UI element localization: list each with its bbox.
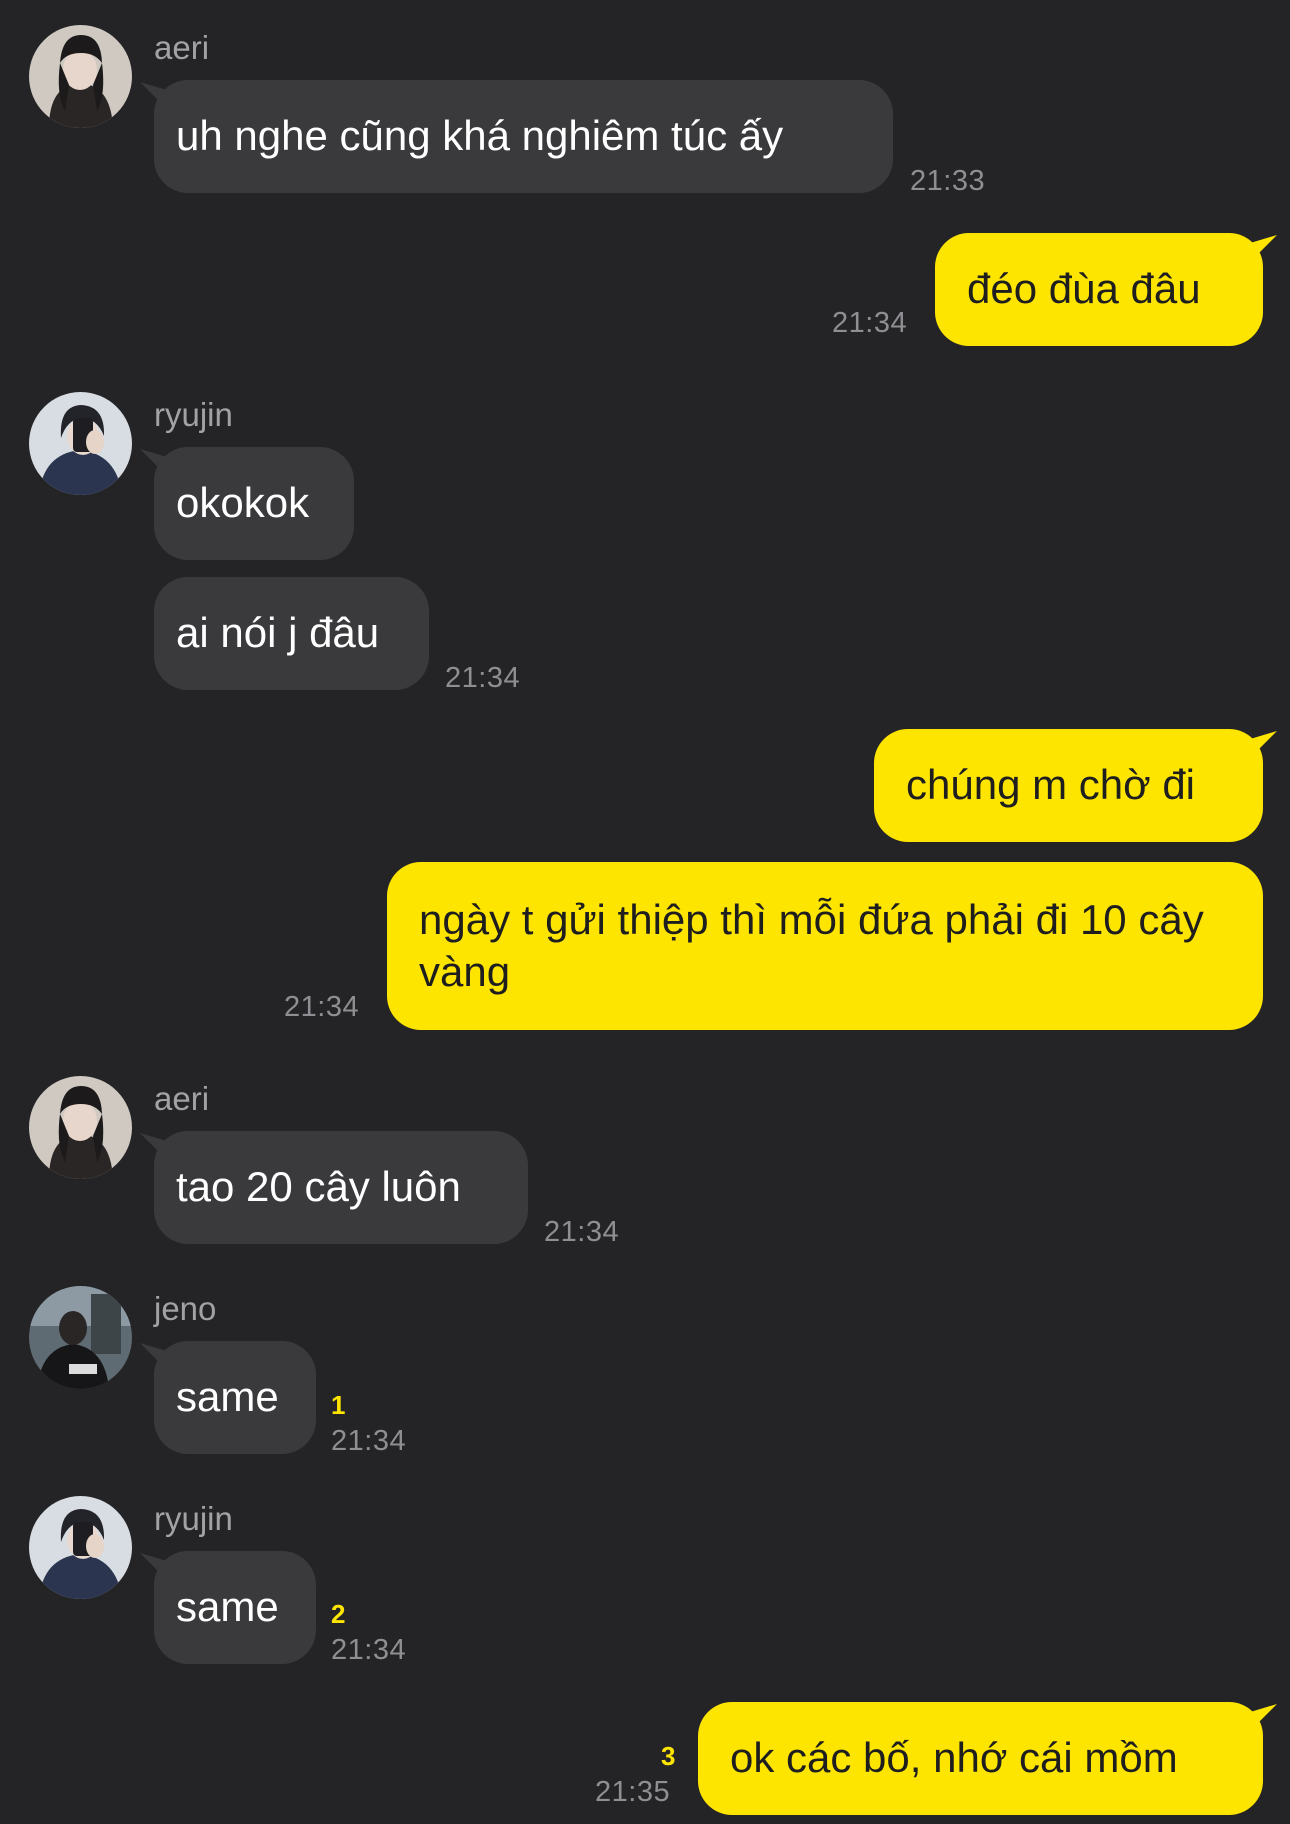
message-timestamp: 21:35 bbox=[595, 1776, 671, 1808]
message-bubble-incoming[interactable]: ai nói j đâu bbox=[154, 577, 429, 690]
message-bubble-outgoing[interactable]: ok các bố, nhớ cái mồm bbox=[698, 1702, 1263, 1815]
message-bubble-incoming[interactable]: same bbox=[154, 1551, 316, 1664]
message-bubble-incoming[interactable]: uh nghe cũng khá nghiêm túc ấy bbox=[154, 80, 893, 193]
sender-name-aeri: aeri bbox=[154, 29, 210, 66]
sender-name-ryujin: ryujin bbox=[154, 396, 233, 433]
message-bubble-outgoing[interactable]: đéo đùa đâu bbox=[935, 233, 1263, 346]
bubble-tail bbox=[1251, 731, 1277, 757]
sender-name-aeri: aeri bbox=[154, 1080, 210, 1117]
message-timestamp: 21:34 bbox=[284, 991, 360, 1023]
message-bubble-outgoing[interactable]: chúng m chờ đi bbox=[874, 729, 1263, 842]
avatar-ryujin[interactable] bbox=[29, 392, 132, 495]
bubble-tail bbox=[1251, 1704, 1277, 1730]
message-timestamp: 21:34 bbox=[544, 1216, 620, 1248]
message-bubble-incoming[interactable]: tao 20 cây luôn bbox=[154, 1131, 528, 1244]
message-timestamp: 21:34 bbox=[331, 1425, 407, 1457]
sender-name-jeno: jeno bbox=[154, 1290, 217, 1327]
message-timestamp: 21:34 bbox=[331, 1634, 407, 1666]
unread-count: 1 bbox=[331, 1390, 346, 1420]
message-timestamp: 21:33 bbox=[910, 165, 986, 197]
avatar-aeri[interactable] bbox=[29, 1076, 132, 1179]
unread-count: 2 bbox=[331, 1599, 346, 1629]
message-bubble-outgoing[interactable]: ngày t gửi thiệp thì mỗi đứa phải đi 10 … bbox=[387, 862, 1263, 1030]
message-timestamp: 21:34 bbox=[445, 662, 521, 694]
unread-count: 3 bbox=[661, 1741, 676, 1771]
avatar-aeri[interactable] bbox=[29, 25, 132, 128]
avatar-jeno[interactable] bbox=[29, 1286, 132, 1389]
message-bubble-incoming[interactable]: same bbox=[154, 1341, 316, 1454]
message-bubble-incoming[interactable]: okokok bbox=[154, 447, 354, 560]
message-timestamp: 21:34 bbox=[832, 307, 908, 339]
avatar-ryujin[interactable] bbox=[29, 1496, 132, 1599]
sender-name-ryujin: ryujin bbox=[154, 1500, 233, 1537]
